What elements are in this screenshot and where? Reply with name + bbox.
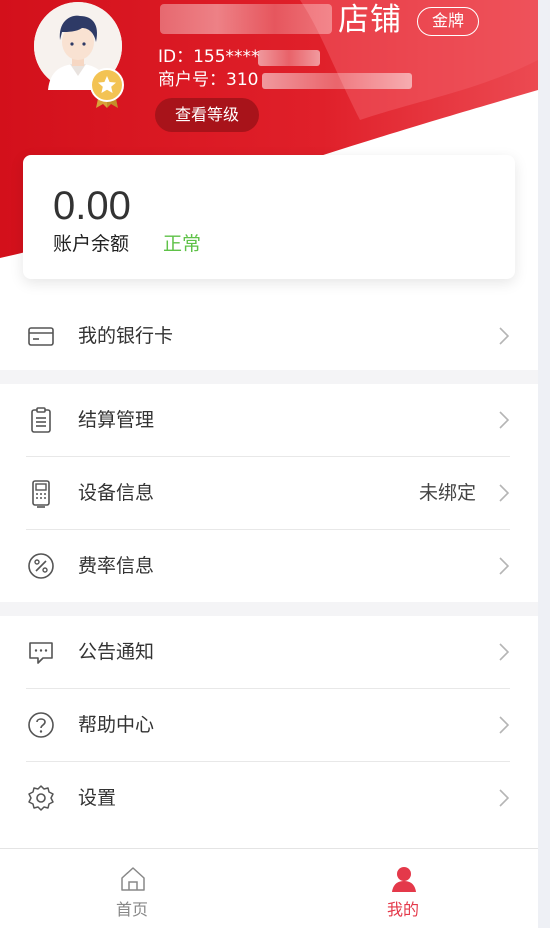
menu-item-help[interactable]: 帮助中心 xyxy=(0,689,538,761)
menu-label: 费率信息 xyxy=(78,555,155,577)
menu-label: 我的银行卡 xyxy=(78,325,174,347)
menu-label: 公告通知 xyxy=(78,641,155,663)
menu-item-settlement[interactable]: 结算管理 xyxy=(0,384,538,456)
question-icon xyxy=(28,712,54,738)
menu-group-business: 结算管理 设备信息 未绑定 费率信息 xyxy=(0,384,538,602)
message-icon xyxy=(29,642,53,664)
menu-label: 结算管理 xyxy=(78,409,155,431)
menu-item-rate[interactable]: 费率信息 xyxy=(0,530,538,602)
pos-terminal-icon xyxy=(32,480,50,508)
view-level-button[interactable]: 查看等级 xyxy=(155,98,259,132)
merchant-number-masked xyxy=(262,73,412,89)
tab-mine[interactable]: 我的 xyxy=(323,849,483,928)
menu-group-support: 公告通知 帮助中心 设置 xyxy=(0,616,538,848)
shop-name-masked xyxy=(160,4,332,34)
menu-item-device[interactable]: 设备信息 未绑定 xyxy=(0,457,538,529)
menu-label: 设备信息 xyxy=(78,482,155,504)
menu-item-notice[interactable]: 公告通知 xyxy=(0,616,538,688)
chevron-right-icon xyxy=(499,327,510,345)
bank-card-icon xyxy=(28,327,54,346)
merchant-number: 商户号：310 xyxy=(158,70,259,90)
menu-label: 设置 xyxy=(78,787,117,809)
tab-label: 我的 xyxy=(386,900,419,919)
home-icon xyxy=(121,867,145,891)
gear-icon xyxy=(28,785,54,811)
tab-home[interactable]: 首页 xyxy=(52,849,212,928)
menu-label: 帮助中心 xyxy=(78,714,155,736)
chevron-right-icon xyxy=(499,716,510,734)
menu-group-bank: 我的银行卡 xyxy=(0,300,538,370)
profile-page: 店铺 金牌 ID：155**** 商户号：310 查看等级 0.00 账户余额 … xyxy=(0,0,538,928)
device-status: 未绑定 xyxy=(418,482,476,504)
chevron-right-icon xyxy=(499,557,510,575)
window-edge xyxy=(538,0,550,928)
balance-label: 账户余额 xyxy=(53,233,130,255)
chevron-right-icon xyxy=(499,411,510,429)
star-level-icon xyxy=(90,68,124,108)
chevron-right-icon xyxy=(499,643,510,661)
clipboard-icon xyxy=(31,407,51,433)
chevron-right-icon xyxy=(499,484,510,502)
user-id-masked xyxy=(258,50,320,66)
bottom-tab-bar: 首页 我的 xyxy=(0,848,538,928)
menu-item-settings[interactable]: 设置 xyxy=(0,762,538,834)
tab-label: 首页 xyxy=(115,900,148,919)
chevron-right-icon xyxy=(499,789,510,807)
percent-icon xyxy=(28,553,54,579)
balance-card[interactable]: 0.00 账户余额 正常 xyxy=(23,155,515,279)
user-icon xyxy=(392,867,416,892)
user-id: ID：155**** xyxy=(158,47,260,67)
balance-status: 正常 xyxy=(163,233,202,255)
shop-name-suffix: 店铺 xyxy=(338,2,402,38)
menu-item-bank-card[interactable]: 我的银行卡 xyxy=(0,300,538,372)
gold-tier-badge: 金牌 xyxy=(417,7,479,36)
balance-amount: 0.00 xyxy=(53,184,131,228)
